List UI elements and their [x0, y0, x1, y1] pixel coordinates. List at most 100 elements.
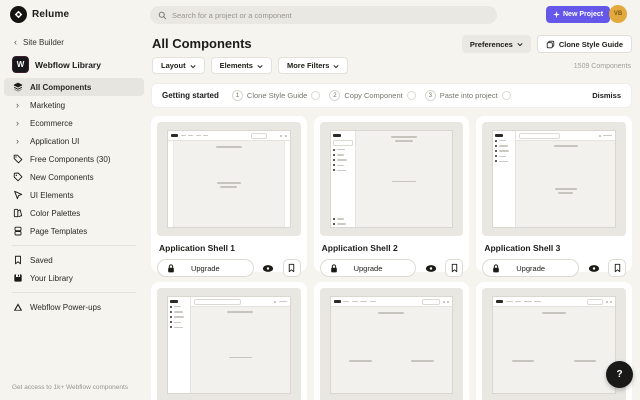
bookmark-icon [12, 255, 23, 265]
user-avatar[interactable]: VB [609, 5, 627, 23]
chevron-right-icon: › [16, 100, 19, 110]
preview-button[interactable] [584, 259, 603, 277]
step-check-circle[interactable] [406, 91, 416, 100]
sidebar-item-all-components[interactable]: All Components [4, 78, 144, 96]
dismiss-button[interactable]: Dismiss [592, 91, 621, 100]
getting-started-step-1: 1 Clone Style Guide [231, 90, 321, 101]
thumbnail-wireframe [329, 296, 454, 394]
sidebar-item-color-palettes[interactable]: Color Palettes [4, 204, 144, 222]
step-check-circle[interactable] [501, 91, 511, 100]
sidebar-item-marketing[interactable]: › Marketing [4, 96, 144, 114]
relume-logo[interactable]: Relume [10, 6, 69, 23]
save-bookmark-button[interactable] [282, 259, 301, 277]
main-content: All Components Preferences Clone Style G… [150, 30, 640, 400]
tag-icon [12, 172, 23, 182]
global-search-input[interactable]: Search for a project or a component [150, 6, 497, 24]
getting-started-bar: Getting started 1 Clone Style Guide 2 Co… [151, 83, 632, 108]
sidebar-nav: All Components › Marketing › Ecommerce ›… [4, 78, 144, 316]
chevron-down-icon [517, 42, 523, 47]
thumbnail-wireframe [492, 296, 616, 394]
sidebar-item-new-components[interactable]: New Components [4, 168, 144, 186]
sidebar-item-ecommerce[interactable]: › Ecommerce [4, 114, 144, 132]
lock-icon [166, 263, 176, 274]
sidebar-item-application-ui[interactable]: › Application UI [4, 132, 144, 150]
search-placeholder: Search for a project or a component [172, 10, 292, 20]
step-number-badge: 3 [424, 90, 436, 101]
power-up-icon [12, 302, 23, 312]
sidebar-item-saved[interactable]: Saved [4, 251, 144, 269]
sidebar-item-free-components[interactable]: Free Components (30) [4, 150, 144, 168]
bookmark-icon [450, 263, 459, 273]
sidebar-divider [12, 292, 136, 293]
chevron-right-icon: › [16, 136, 19, 146]
upgrade-button[interactable]: Upgrade [319, 259, 417, 277]
palette-icon [12, 208, 23, 218]
component-thumbnail[interactable] [482, 122, 626, 236]
step-number-badge: 1 [231, 90, 243, 101]
component-thumbnail[interactable] [319, 122, 464, 236]
new-project-button[interactable]: New Project [546, 6, 611, 23]
component-card [313, 282, 470, 400]
eye-icon [262, 264, 274, 273]
clone-style-guide-button[interactable]: Clone Style Guide [536, 35, 632, 53]
sparkle-plus-icon [553, 11, 560, 18]
elements-filter-dropdown[interactable]: Elements [210, 57, 272, 74]
getting-started-step-3: 3 Paste into project [424, 90, 511, 101]
component-thumbnail[interactable] [319, 288, 464, 400]
getting-started-step-2: 2 Copy Component [329, 90, 416, 101]
component-thumbnail[interactable] [157, 288, 301, 400]
chevron-right-icon: › [16, 118, 19, 128]
thumbnail-wireframe [167, 130, 291, 228]
preview-button[interactable] [259, 259, 278, 277]
getting-started-title: Getting started [162, 91, 219, 100]
lock-icon [329, 263, 339, 274]
component-title: Application Shell 3 [484, 243, 561, 253]
component-card: Application Shell 1 Upgrade [151, 116, 307, 277]
chevron-down-icon [190, 64, 196, 69]
component-thumbnail[interactable] [482, 288, 626, 400]
back-to-site-builder[interactable]: ‹ Site Builder [14, 37, 64, 48]
tag-icon [12, 154, 23, 164]
component-title: Application Shell 2 [321, 243, 398, 253]
thumbnail-wireframe [167, 296, 291, 394]
component-card [151, 282, 307, 400]
thumbnail-wireframe [329, 130, 454, 228]
preferences-button[interactable]: Preferences [461, 35, 531, 53]
thumbnail-wireframe [492, 130, 616, 228]
card-actions: Upgrade [482, 259, 626, 277]
top-bar: Relume Search for a project or a compone… [0, 0, 640, 30]
component-grid: Application Shell 1 Upgrade Application … [151, 116, 632, 400]
component-card: Application Shell 3 Upgrade [476, 116, 632, 277]
bookmark-icon [613, 263, 622, 273]
sidebar-item-ui-elements[interactable]: UI Elements [4, 186, 144, 204]
library-icon [12, 273, 23, 283]
component-thumbnail[interactable] [157, 122, 301, 236]
step-number-badge: 2 [329, 90, 341, 101]
more-filters-dropdown[interactable]: More Filters [277, 57, 349, 74]
chevron-down-icon [257, 64, 263, 69]
webflow-logo-icon: W [12, 56, 29, 73]
chevron-down-icon [333, 64, 340, 69]
upgrade-button[interactable]: Upgrade [482, 259, 579, 277]
sidebar-item-page-templates[interactable]: Page Templates [4, 222, 144, 240]
preview-button[interactable] [421, 259, 440, 277]
chevron-left-icon: ‹ [14, 37, 17, 47]
sidebar-item-webflow-power-ups[interactable]: Webflow Power-ups [4, 298, 144, 316]
bookmark-icon [287, 263, 296, 273]
card-actions: Upgrade [157, 259, 301, 277]
component-card: Application Shell 2 Upgrade [313, 116, 470, 277]
webflow-library-header[interactable]: W Webflow Library [12, 56, 101, 73]
sidebar-divider [12, 245, 136, 246]
help-button[interactable]: ? [606, 361, 633, 388]
upgrade-button[interactable]: Upgrade [157, 259, 254, 277]
sidebar-item-your-library[interactable]: Your Library [4, 269, 144, 287]
eye-icon [425, 264, 437, 273]
save-bookmark-button[interactable] [445, 259, 464, 277]
page-title: All Components [152, 36, 252, 51]
layout-filter-dropdown[interactable]: Layout [152, 57, 205, 74]
header-actions: Preferences Clone Style Guide [461, 35, 632, 53]
relume-library-app: Relume Search for a project or a compone… [0, 0, 640, 400]
brand-name: Relume [32, 9, 70, 20]
step-check-circle[interactable] [311, 91, 321, 100]
save-bookmark-button[interactable] [608, 259, 626, 277]
